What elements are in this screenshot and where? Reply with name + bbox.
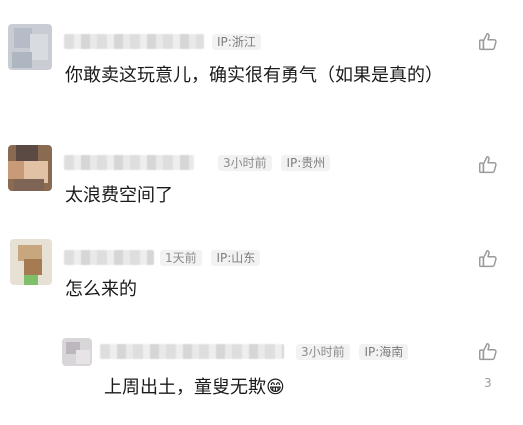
thumbs-up-icon[interactable] — [477, 31, 499, 53]
reply-item: 3小时前 IP:海南 上周出土，童叟无欺😁 3 — [0, 325, 523, 425]
ip-location: IP:山东 — [211, 250, 261, 266]
comment-meta: IP:浙江 — [206, 33, 261, 50]
avatar[interactable] — [10, 239, 52, 285]
avatar[interactable] — [8, 24, 52, 70]
comment-meta: 3小时前 IP:海南 — [296, 343, 409, 360]
avatar[interactable] — [8, 145, 52, 191]
like-count: 3 — [484, 376, 492, 390]
thumbs-up-icon[interactable] — [477, 154, 499, 176]
ip-location: IP:贵州 — [281, 155, 331, 171]
comment-text: 怎么来的 — [65, 279, 137, 300]
username-blurred[interactable] — [64, 155, 194, 170]
ip-location: IP:浙江 — [212, 34, 261, 50]
comment-time: 1天前 — [160, 250, 202, 266]
comment-text: 太浪费空间了 — [65, 185, 173, 206]
username-blurred[interactable] — [64, 250, 154, 265]
avatar[interactable] — [62, 338, 92, 366]
ip-location: IP:海南 — [359, 344, 409, 360]
thumbs-up-icon[interactable] — [477, 248, 499, 270]
comment-text: 你敢卖这玩意儿，确实很有勇气（如果是真的） — [65, 65, 443, 86]
comment-meta: 1天前 IP:山东 — [160, 249, 261, 266]
username-blurred[interactable] — [100, 344, 284, 359]
comment-meta: 3小时前 IP:贵州 — [218, 154, 331, 171]
comment-item: 1天前 IP:山东 怎么来的 — [0, 225, 523, 325]
comment-time: 3小时前 — [218, 155, 272, 171]
thumbs-up-icon[interactable] — [477, 341, 499, 363]
comment-time: 3小时前 — [296, 344, 350, 360]
comment-item: 3小时前 IP:贵州 太浪费空间了 — [0, 125, 523, 225]
comment-item: IP:浙江 你敢卖这玩意儿，确实很有勇气（如果是真的） — [0, 0, 523, 125]
comment-text: 上周出土，童叟无欺😁 — [104, 377, 285, 398]
username-blurred[interactable] — [64, 34, 204, 49]
